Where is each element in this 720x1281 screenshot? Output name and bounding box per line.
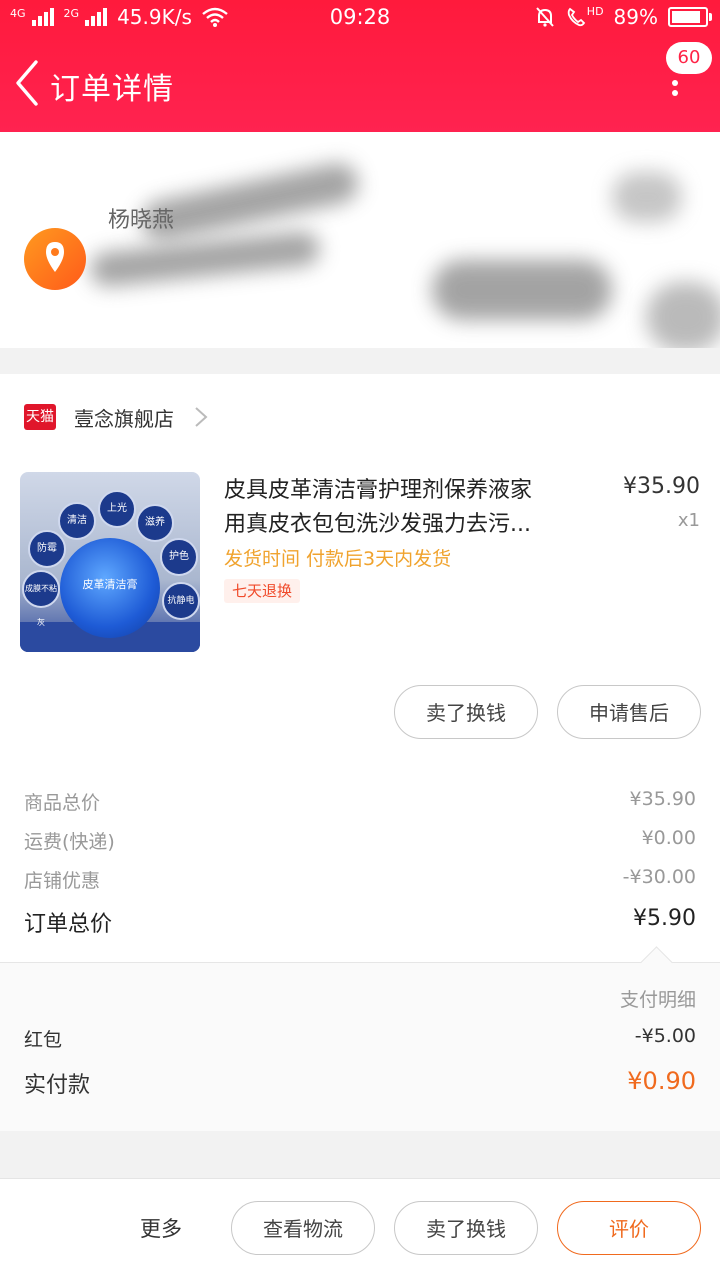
status-bar: 4G 2G 45.9K/s 09:28 HD 89%: [0, 0, 720, 36]
order-total-row: 订单总价 ¥5.90: [24, 906, 696, 937]
back-arrow-icon[interactable]: [10, 58, 50, 108]
product-title-line: 用真皮衣包包洗沙发强力去污...: [224, 512, 531, 537]
red-packet-label: 红包: [24, 1029, 63, 1051]
paid-amount-label: 实付款: [24, 1073, 91, 1098]
tmall-logo-icon: 天猫: [24, 404, 56, 430]
shipping-note: 发货时间 付款后3天内发货: [224, 548, 452, 570]
shop-discount-value: -¥30.00: [622, 866, 696, 888]
shop-row[interactable]: 天猫 壹念旗舰店: [24, 402, 208, 432]
red-packet-row: 红包 -¥5.00: [24, 1025, 696, 1052]
product-title-line: 皮具皮革清洁膏护理剂保养液家: [224, 478, 533, 503]
image-label: 成膜不粘灰: [22, 570, 60, 627]
location-pin-icon: [24, 228, 86, 290]
more-menu-icon[interactable]: [672, 80, 680, 106]
shipping-fee-value: ¥0.00: [641, 827, 696, 849]
redacted-area: [646, 282, 720, 348]
product-tin: 皮革清洁膏: [60, 538, 160, 638]
hd-label: HD: [586, 4, 604, 18]
order-total-label: 订单总价: [24, 912, 113, 937]
after-sale-button[interactable]: 申请售后: [557, 685, 701, 739]
redacted-area: [88, 230, 322, 288]
image-label: 清洁: [58, 502, 96, 540]
paid-amount-value: ¥0.90: [627, 1067, 696, 1095]
goods-total-value: ¥35.90: [629, 788, 696, 810]
nav-bar: 订单详情 60: [0, 42, 720, 118]
recipient-name: 杨晓燕: [108, 208, 175, 233]
paid-amount-row: 实付款 ¥0.90: [24, 1067, 696, 1099]
tin-label: 皮革清洁膏: [82, 578, 138, 591]
return-policy-tag: 七天退换: [224, 579, 301, 603]
page-title: 订单详情: [50, 72, 174, 107]
product-image[interactable]: 清洁 上光 滋养 防霉 护色 成膜不粘灰 抗静电 皮革清洁膏: [20, 472, 200, 652]
shipping-fee-row: 运费(快递) ¥0.00: [24, 827, 696, 857]
product-title[interactable]: 皮具皮革清洁膏护理剂保养液家 用真皮衣包包洗沙发强力去污...: [224, 474, 592, 542]
payment-detail-label: 支付明细: [619, 989, 696, 1011]
image-label: 护色: [160, 538, 198, 576]
image-label: 抗静电: [162, 582, 200, 620]
shop-discount-row: 店铺优惠 -¥30.00: [24, 866, 696, 896]
sell-button[interactable]: 卖了换钱: [394, 685, 538, 739]
red-packet-value: -¥5.00: [634, 1025, 696, 1047]
image-label: 防霉: [28, 530, 66, 568]
address-section[interactable]: 杨晓燕: [0, 132, 720, 348]
image-label: 上光: [98, 490, 136, 528]
battery-percent: 89%: [613, 5, 658, 29]
order-total-value: ¥5.90: [633, 906, 696, 931]
redacted-area: [612, 172, 682, 222]
battery-icon: [668, 7, 712, 27]
view-logistics-button[interactable]: 查看物流: [231, 1201, 375, 1255]
goods-total-label: 商品总价: [24, 792, 101, 814]
review-button[interactable]: 评价: [557, 1201, 701, 1255]
product-price: ¥35.90: [623, 474, 700, 499]
shop-discount-label: 店铺优惠: [24, 870, 101, 892]
redacted-area: [432, 260, 612, 320]
pointer-notch: [640, 946, 673, 979]
sell-button-bottom[interactable]: 卖了换钱: [394, 1201, 538, 1255]
order-card: 天猫 壹念旗舰店 清洁 上光 滋养 防霉 护色 成膜不粘灰 抗静电 皮革清洁膏 …: [0, 374, 720, 1131]
message-count-badge[interactable]: 60: [666, 42, 712, 74]
more-actions-link[interactable]: 更多: [140, 1213, 182, 1243]
header: 4G 2G 45.9K/s 09:28 HD 89% 订单详情 60: [0, 0, 720, 132]
shipping-fee-label: 运费(快递): [24, 831, 115, 853]
goods-total-row: 商品总价 ¥35.90: [24, 788, 696, 818]
product-quantity: x1: [677, 510, 700, 531]
chevron-right-icon: [195, 407, 208, 427]
payment-detail-box: 支付明细 红包 -¥5.00 实付款 ¥0.90: [0, 946, 720, 1131]
mute-bell-icon: [536, 7, 554, 27]
bottom-action-bar: 更多 查看物流 卖了换钱 评价: [0, 1178, 720, 1281]
shop-name: 壹念旗舰店: [74, 406, 174, 431]
image-label: 滋养: [136, 504, 174, 542]
hd-call-icon: [567, 7, 585, 27]
